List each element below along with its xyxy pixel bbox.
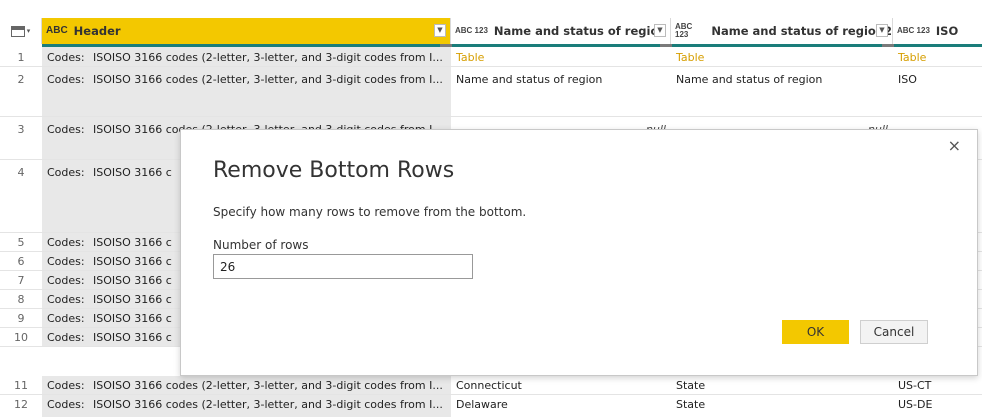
table-row[interactable]: 1 Codes: ISOISO 3166 codes (2-letter, 3-l… [0,47,982,67]
row-number: 12 [0,395,42,417]
column-header-label: Name and status of region [493,24,667,38]
row-number: 8 [0,290,42,308]
ok-button[interactable]: OK [782,320,849,344]
value-cell[interactable]: Name and status of region [451,67,671,116]
row-number: 2 [0,67,42,116]
table-row[interactable]: 11 Codes: ISOISO 3166 codes (2-letter, 3-… [0,376,982,395]
value-cell[interactable]: US-CT [893,376,982,394]
row-number: 9 [0,309,42,327]
value-cell[interactable]: State [671,395,893,417]
column-header-name-status[interactable]: ABC 123 Name and status of region ▼ [451,18,671,44]
codes-label: Codes: [47,73,85,86]
row-number: 7 [0,271,42,289]
any-type-icon[interactable]: ABC 123 [897,27,930,35]
header-text: ISOISO 3166 codes (2-letter, 3-letter, a… [93,379,443,392]
codes-label: Codes: [47,331,85,344]
number-of-rows-input[interactable] [213,254,473,279]
column-header-iso[interactable]: ABC 123 ISO [893,18,982,44]
table-link-cell[interactable]: Table [451,47,671,66]
value-cell[interactable]: Name and status of region [671,67,893,116]
table-row[interactable]: 2 Codes: ISOISO 3166 codes (2-letter, 3-l… [0,67,982,117]
text-type-icon[interactable]: ABC [46,26,68,36]
row-number: 5 [0,233,42,251]
header-cell[interactable]: Codes: ISOISO 3166 codes (2-letter, 3-let… [42,395,451,417]
table-link-cell[interactable]: Table [893,47,982,66]
filter-dropdown-icon[interactable]: ▼ [876,24,888,37]
table-icon [10,25,25,37]
row-number: 1 [0,47,42,66]
codes-label: Codes: [47,166,85,179]
row-number: 11 [0,376,42,394]
value-cell[interactable]: State [671,376,893,394]
header-cell[interactable]: Codes: ISOISO 3166 codes (2-letter, 3-let… [42,67,451,116]
header-text: ISOISO 3166 c [93,166,172,179]
codes-label: Codes: [47,274,85,287]
value-cell[interactable]: US-DE [893,395,982,417]
header-text: ISOISO 3166 c [93,331,172,344]
codes-label: Codes: [47,398,85,411]
header-cell[interactable]: Codes: ISOISO 3166 codes (2-letter, 3-let… [42,376,451,394]
row-number: 6 [0,252,42,270]
value-cell[interactable]: Connecticut [451,376,671,394]
value-cell[interactable]: Delaware [451,395,671,417]
header-text: ISOISO 3166 c [93,236,172,249]
column-header-label: Name and status of region2 [711,24,892,38]
header-text: ISOISO 3166 c [93,293,172,306]
table-link-cell[interactable]: Table [671,47,893,66]
codes-label: Codes: [47,123,85,136]
codes-label: Codes: [47,379,85,392]
header-text: ISOISO 3166 codes (2-letter, 3-letter, a… [93,73,443,86]
column-header-label: Header [73,24,121,38]
row-number: 4 [0,160,42,232]
header-text: ISOISO 3166 c [93,312,172,325]
codes-label: Codes: [47,312,85,325]
header-text: ISOISO 3166 codes (2-letter, 3-letter, a… [93,398,443,411]
column-header-name-status2[interactable]: ABC 123 Name and status of region2 ▼ [671,18,893,44]
header-text: ISOISO 3166 codes (2-letter, 3-letter, a… [93,51,443,64]
row-number: 10 [0,328,42,346]
codes-label: Codes: [47,236,85,249]
codes-label: Codes: [47,51,85,64]
column-header-label: ISO [935,24,959,38]
dialog-title: Remove Bottom Rows [213,158,455,183]
number-of-rows-label: Number of rows [213,238,309,252]
header-text: ISOISO 3166 c [93,255,172,268]
value-cell[interactable]: ISO [893,67,982,116]
cancel-button[interactable]: Cancel [860,320,928,344]
any-type-icon[interactable]: ABC 123 [675,23,705,39]
table-menu-button[interactable]: ▾ [0,18,42,44]
any-type-icon[interactable]: ABC 123 [455,27,488,35]
header-text: ISOISO 3166 c [93,274,172,287]
remove-bottom-rows-dialog: × Remove Bottom Rows Specify how many ro… [180,129,978,376]
filter-dropdown-icon[interactable]: ▼ [434,24,446,37]
dialog-description: Specify how many rows to remove from the… [213,205,527,219]
filter-dropdown-icon[interactable]: ▼ [654,24,666,37]
column-header-header[interactable]: ABC Header ▼ [42,18,451,44]
row-number: 3 [0,117,42,159]
chevron-down-icon: ▾ [26,27,31,35]
codes-label: Codes: [47,293,85,306]
table-row[interactable]: 12 Codes: ISOISO 3166 codes (2-letter, 3-… [0,395,982,417]
codes-label: Codes: [47,255,85,268]
close-icon[interactable]: × [948,136,961,155]
header-cell[interactable]: Codes: ISOISO 3166 codes (2-letter, 3-let… [42,47,451,66]
